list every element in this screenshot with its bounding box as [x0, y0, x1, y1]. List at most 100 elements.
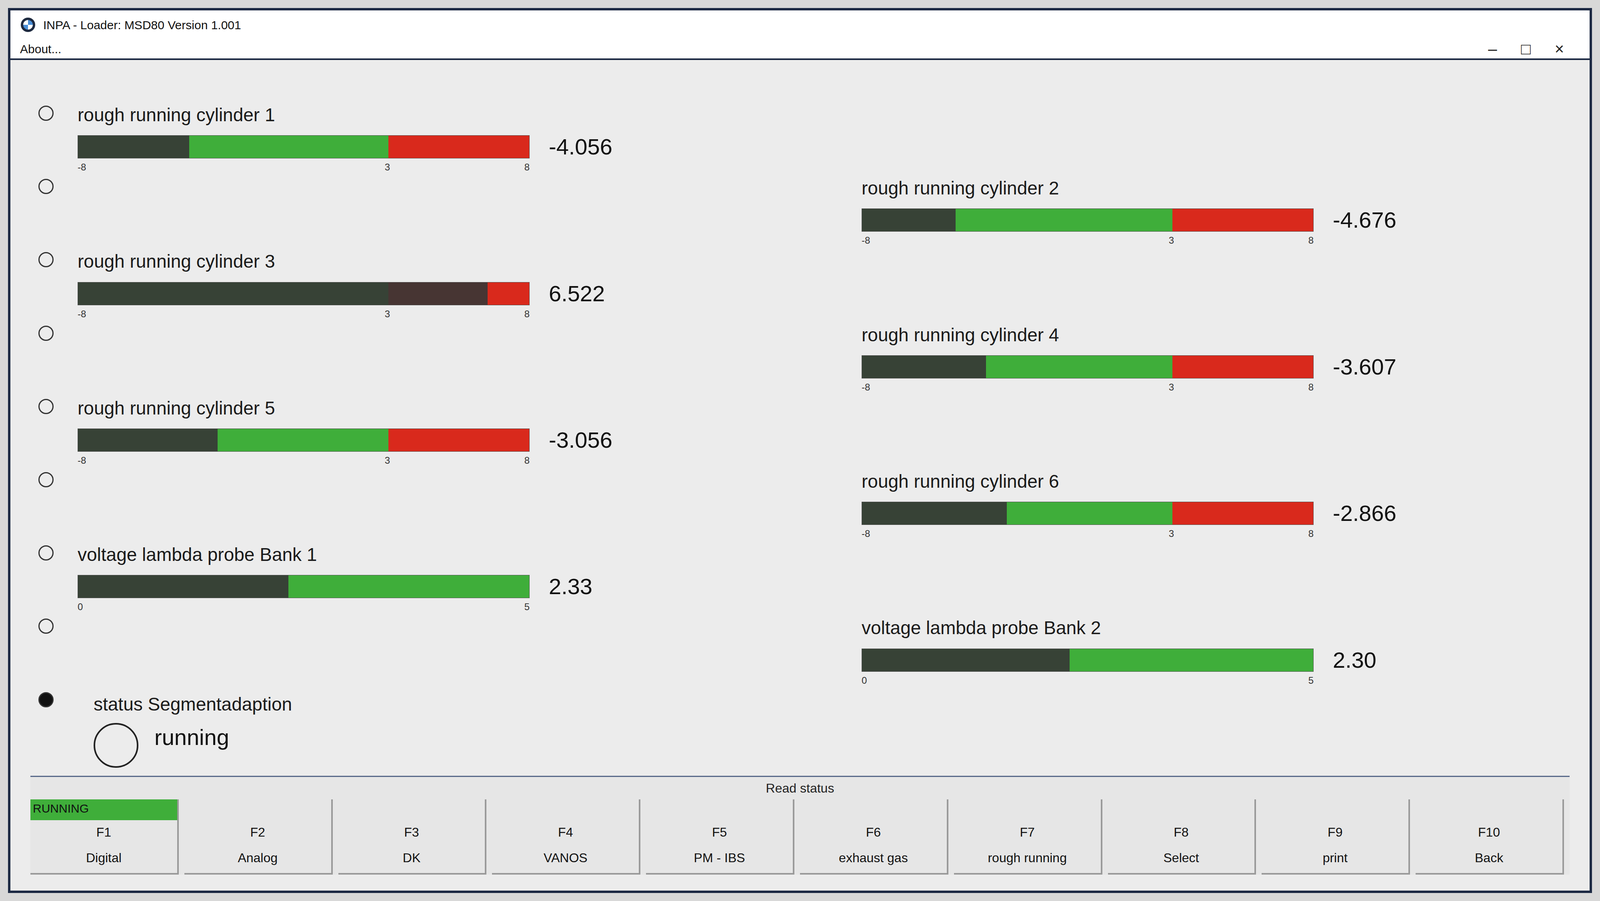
gauge-bar — [77, 135, 530, 159]
window: INPA - Loader: MSD80 Version 1.001 About.… — [8, 8, 1592, 893]
window-control[interactable]: – — [1488, 40, 1497, 57]
status-indicator — [93, 722, 139, 768]
function-key[interactable]: F10 Back — [1415, 799, 1564, 875]
function-key-label: Select — [1163, 848, 1200, 868]
function-key-label: DK — [402, 848, 421, 868]
gauge-reading: -4.676 — [1332, 203, 1397, 237]
function-key-label: Back — [1474, 848, 1504, 868]
gauge-fill — [862, 208, 956, 232]
function-key-label: PM - IBS — [694, 848, 746, 868]
function-key-label: rough running — [987, 848, 1067, 868]
function-key[interactable]: RUNNINGF1 Digital — [30, 799, 179, 875]
gauge-fill — [78, 428, 218, 452]
screen: INPA - Loader: MSD80 Version 1.001 About.… — [0, 0, 1600, 901]
function-key[interactable]: F3DK — [338, 799, 487, 875]
gauge-bar — [77, 428, 530, 452]
function-key[interactable]: F6 exhaust gas — [800, 799, 949, 875]
gauge-label: rough running cylinder 6 — [861, 470, 1566, 493]
gauge-tick: 3 — [1168, 526, 1174, 541]
gauge-fill — [78, 135, 190, 158]
gauge-reading: -3.607 — [1332, 350, 1397, 384]
gauge-tick: 0 — [861, 673, 867, 688]
gauge-tick: 3 — [384, 306, 390, 322]
window-title: INPA - Loader: MSD80 Version 1.001 — [43, 16, 1580, 34]
function-key-number: F9 — [1327, 822, 1343, 842]
radio-marker[interactable] — [38, 472, 54, 488]
gauge-row: rough running cylinder 4-838-3.607 — [38, 324, 1566, 398]
gauge-tick: -8 — [861, 526, 870, 541]
function-key-label: print — [1322, 848, 1348, 868]
gauge-reading: -4.056 — [548, 130, 613, 164]
gauge-tick: 3 — [1168, 380, 1174, 395]
gauge-label: voltage lambda probe Bank 2 — [861, 616, 1566, 639]
gauge-row: voltage lambda probe Bank 1052.33 — [38, 543, 1566, 617]
gauge: rough running cylinder 1-838-4.056 — [77, 104, 822, 178]
function-key-number: F1 — [96, 822, 112, 842]
gauge-tick: 8 — [524, 306, 530, 322]
gauge-row: rough running cylinder 6-838-2.866 — [38, 470, 1566, 544]
window-control[interactable]: □ — [1520, 40, 1531, 57]
gauge-tick: 3 — [1168, 233, 1174, 248]
function-key-number: F6 — [866, 822, 881, 842]
gauge-tick: 3 — [384, 160, 390, 175]
title-bar: INPA - Loader: MSD80 Version 1.001 — [10, 10, 1590, 40]
function-key-number: F2 — [250, 822, 266, 842]
gauge-tick: -8 — [77, 306, 86, 322]
radio-marker[interactable] — [38, 545, 54, 561]
app-icon — [20, 16, 36, 33]
radio-marker[interactable] — [38, 692, 54, 708]
gauge: rough running cylinder 5 -8 3 8 -3.056 — [77, 397, 822, 471]
radio-marker[interactable] — [38, 618, 54, 634]
gauge-tick: -8 — [861, 233, 870, 248]
status-row: status Segmentadaptionrunning — [38, 690, 1566, 771]
gauge: voltage lambda probe Bank 2052.30 — [861, 616, 1566, 690]
gauge: rough running cylinder 3 -8 3 8 6.522 — [77, 250, 822, 324]
function-key[interactable]: F4VANOS — [492, 799, 641, 875]
gauge-tick: 3 — [384, 453, 390, 468]
menu-item[interactable]: About... — [20, 40, 62, 58]
status-value: running — [154, 720, 230, 754]
gauge-tick: 8 — [524, 453, 530, 468]
function-key[interactable]: F9 print — [1261, 799, 1410, 875]
function-key[interactable]: F8 Select — [1108, 799, 1257, 875]
gauge: rough running cylinder 2-838-4.676 — [861, 177, 1566, 251]
gauge: rough running cylinder 4-838-3.607 — [861, 324, 1566, 398]
function-key-number: F10 — [1478, 822, 1500, 842]
gauge-tick: 0 — [77, 599, 83, 614]
gauge-bar — [861, 648, 1314, 672]
function-key[interactable]: F5PM - IBS — [646, 799, 795, 875]
radio-marker[interactable] — [38, 178, 54, 194]
content: rough running cylinder 1-838-4.056 rough … — [10, 60, 1590, 776]
function-key[interactable]: F2Analog — [184, 799, 333, 875]
gauge-fill — [862, 502, 1007, 525]
radio-marker[interactable] — [38, 252, 54, 268]
radio-marker[interactable] — [38, 398, 54, 414]
function-key-number: F8 — [1173, 822, 1189, 842]
status-label: status Segmentadaption — [93, 690, 292, 718]
footer-caption: Read status — [30, 776, 1570, 800]
gauge-reading: 2.33 — [548, 569, 593, 604]
gauge-label: rough running cylinder 2 — [861, 177, 1566, 200]
gauge-fill — [78, 282, 488, 305]
window-control[interactable]: × — [1554, 40, 1564, 57]
gauge-bar — [861, 208, 1314, 232]
radio-marker[interactable] — [38, 105, 54, 121]
function-key[interactable]: F7 rough running — [954, 799, 1103, 875]
gauge-label: rough running cylinder 5 — [77, 397, 822, 420]
gauge-tick: 5 — [1308, 673, 1314, 688]
function-key-number: F7 — [1020, 822, 1035, 842]
gauge-reading: -2.866 — [1332, 496, 1397, 530]
gauge-fill — [78, 575, 289, 598]
gauge-tick: -8 — [77, 453, 86, 468]
function-key-label: Digital — [86, 848, 122, 868]
gauge-reading: 6.522 — [548, 276, 605, 311]
gauge-reading: -3.056 — [548, 423, 613, 457]
radio-marker[interactable] — [38, 325, 54, 341]
state-indicator: RUNNING — [30, 799, 178, 820]
footer: Read statusRUNNINGF1DigitalF2AnalogF3DKF… — [30, 775, 1570, 875]
function-key-label: exhaust gas — [838, 848, 908, 868]
function-key-number: F4 — [558, 822, 573, 842]
gauge-bar — [77, 574, 530, 598]
gauge-row: rough running cylinder 3 -8 3 8 6.522 — [38, 250, 1566, 324]
gauge-label: rough running cylinder 3 — [77, 250, 822, 273]
